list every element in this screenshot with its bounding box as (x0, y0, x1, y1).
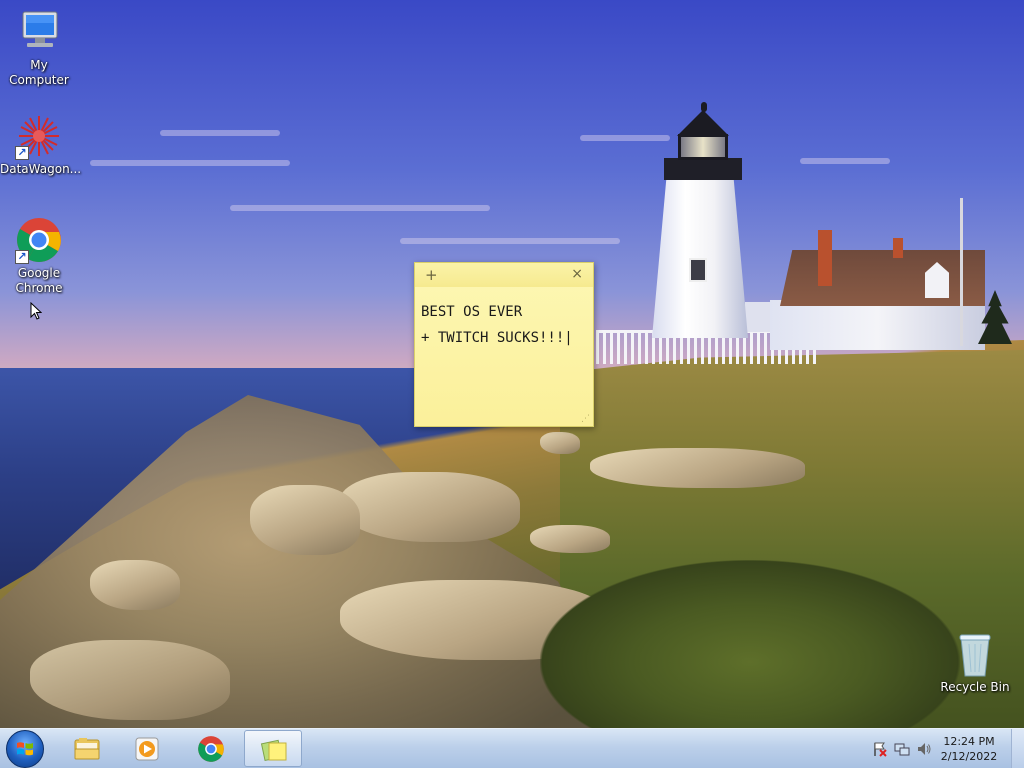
chrome-icon (198, 736, 224, 762)
desktop-icon-my-computer[interactable]: My Computer (0, 8, 78, 88)
taskbar-google-chrome[interactable] (182, 730, 240, 767)
system-tray: 12:24 PM 2/12/2022 (864, 729, 1024, 768)
wallpaper-rock (90, 560, 180, 610)
desktop-icon-label: Google Chrome (15, 266, 63, 295)
wallpaper-house-roof (780, 250, 985, 306)
wallpaper-chimney (818, 230, 832, 286)
wallpaper-house (770, 300, 985, 350)
windows-logo-icon (17, 742, 33, 756)
shortcut-arrow-icon: ↗ (15, 146, 29, 160)
network-icon[interactable] (894, 741, 910, 757)
action-center-flag-icon[interactable] (872, 741, 888, 757)
taskbar-clock[interactable]: 12:24 PM 2/12/2022 (938, 734, 1000, 764)
wallpaper-cloud (580, 135, 670, 141)
wallpaper-cloud (90, 160, 290, 166)
desktop-icon-datawagon[interactable]: ↗ DataWagon... (0, 112, 82, 177)
folder-icon (74, 738, 100, 760)
wallpaper-rock (540, 432, 580, 454)
shortcut-arrow-icon: ↗ (15, 250, 29, 264)
wallpaper-bushes (540, 560, 960, 730)
desktop-icon-recycle-bin[interactable]: Recycle Bin (936, 630, 1014, 695)
wallpaper-lighthouse-gallery (664, 158, 742, 180)
taskbar-media-player[interactable] (118, 730, 176, 767)
wallpaper-cloud (400, 238, 620, 244)
desktop-icon-label: DataWagon... (0, 162, 82, 176)
chrome-icon: ↗ (15, 216, 63, 264)
sticky-note-titlebar[interactable]: + × (415, 263, 593, 287)
volume-icon[interactable] (916, 741, 932, 757)
wallpaper-flagpole (960, 198, 963, 346)
media-player-icon (135, 737, 159, 761)
wallpaper-lighthouse-lamp (678, 134, 728, 160)
clock-date: 2/12/2022 (940, 750, 998, 763)
taskbar-sticky-notes[interactable] (244, 730, 302, 767)
computer-icon (15, 8, 63, 56)
wallpaper-lighthouse-top (701, 102, 707, 112)
wallpaper-lighthouse-roof (677, 110, 729, 136)
desktop-icon-label: Recycle Bin (940, 680, 1010, 694)
resize-grip-icon[interactable]: ⋰ (581, 414, 590, 424)
desktop-icon-label: My Computer (9, 58, 69, 87)
taskbar: 12:24 PM 2/12/2022 (0, 728, 1024, 768)
clock-time: 12:24 PM (943, 735, 995, 748)
show-desktop-button[interactable] (1011, 729, 1024, 768)
wallpaper-rock (250, 485, 360, 555)
sticky-note-text[interactable]: BEST OS EVER + TWITCH SUCKS!!!| (421, 299, 587, 351)
wallpaper-cloud (160, 130, 280, 136)
wallpaper-rock (340, 472, 520, 542)
wallpaper-cloud (230, 205, 490, 211)
wallpaper-lighthouse-window (689, 258, 707, 282)
sticky-note-window[interactable]: + × BEST OS EVER + TWITCH SUCKS!!!| ⋰ (414, 262, 594, 427)
wallpaper-rock (30, 640, 230, 720)
recycle-bin-icon (951, 630, 999, 678)
new-note-button[interactable]: + (425, 266, 438, 284)
mouse-cursor-icon (30, 302, 42, 320)
taskbar-windows-explorer[interactable] (58, 730, 116, 767)
wallpaper-rock (590, 448, 805, 488)
wallpaper-chimney (893, 238, 903, 258)
desktop[interactable]: My Computer ↗ DataWagon... ↗ Google Chro… (0, 0, 1024, 768)
sticky-notes-icon (260, 739, 287, 762)
wallpaper-rock (530, 525, 610, 553)
start-button[interactable] (6, 730, 44, 768)
close-note-button[interactable]: × (571, 266, 583, 282)
desktop-icon-google-chrome[interactable]: ↗ Google Chrome (0, 216, 78, 296)
wallpaper-cloud (800, 158, 890, 164)
datawagon-icon: ↗ (15, 112, 63, 160)
